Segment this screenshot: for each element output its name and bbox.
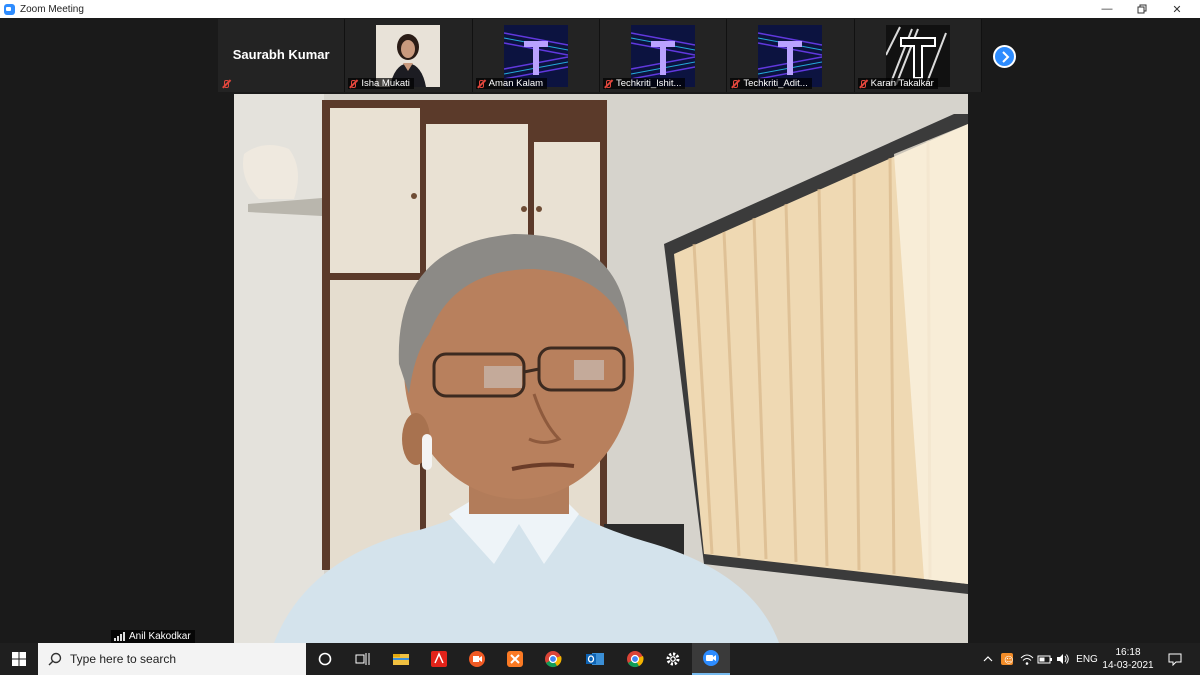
zoom-icon[interactable] xyxy=(692,643,730,675)
acrobat-icon[interactable] xyxy=(420,643,458,675)
meeting-area: Saurabh Kumar Isha Mukati Aman Kalam Tec… xyxy=(0,18,1200,643)
participant-name: Techkriti_Adit... xyxy=(743,78,808,89)
participant-label xyxy=(221,78,235,89)
participant-label: Techkriti_Adit... xyxy=(730,78,812,89)
mic-muted-icon xyxy=(858,79,868,89)
settings-icon[interactable] xyxy=(654,643,692,675)
windows-icon xyxy=(12,652,26,666)
title-bar: Zoom Meeting — ✕ xyxy=(0,0,1200,18)
mic-muted-icon xyxy=(603,79,613,89)
participant-name: Techkriti_Ishit... xyxy=(615,78,682,89)
minimize-button[interactable]: — xyxy=(1090,0,1124,18)
file-explorer-icon[interactable] xyxy=(382,643,420,675)
chrome-icon[interactable] xyxy=(616,643,654,675)
chevron-right-icon xyxy=(1001,50,1009,63)
outlook-icon[interactable] xyxy=(576,643,614,675)
wifi-icon[interactable] xyxy=(1018,643,1036,675)
tray-app-icon[interactable]: ☺ xyxy=(998,643,1016,675)
taskbar-search-box[interactable]: Type here to search xyxy=(38,643,306,675)
mic-muted-icon xyxy=(476,79,486,89)
participant-label: Techkriti_Ishit... xyxy=(602,78,686,89)
xampp-icon[interactable] xyxy=(496,643,534,675)
restore-button[interactable] xyxy=(1125,0,1159,18)
signal-strength-icon xyxy=(114,632,126,641)
window-title: Zoom Meeting xyxy=(20,3,84,15)
clock[interactable]: 16:18 14-03-2021 xyxy=(1096,646,1160,672)
participant-name: Karan Takalkar xyxy=(870,78,934,89)
participant-tile[interactable]: Saurabh Kumar xyxy=(218,19,346,92)
search-placeholder: Type here to search xyxy=(70,652,177,666)
participant-name: Aman Kalam xyxy=(488,78,544,89)
task-view-icon[interactable] xyxy=(344,643,382,675)
clock-time: 16:18 xyxy=(1115,647,1141,658)
taskbar: Type here to search ☺ ENG 16:18 14-03-20… xyxy=(0,643,1200,675)
participant-label: Isha Mukati xyxy=(348,78,414,89)
participant-label: Aman Kalam xyxy=(475,78,548,89)
zoom-app-icon xyxy=(4,3,15,15)
clock-date: 14-03-2021 xyxy=(1102,660,1154,671)
notification-center-icon[interactable] xyxy=(1160,643,1190,675)
participant-tile[interactable]: Techkriti_Ishit... xyxy=(599,19,728,92)
participant-tile[interactable]: Aman Kalam xyxy=(472,19,600,92)
svg-text:☺: ☺ xyxy=(1004,655,1013,665)
chrome-icon[interactable] xyxy=(534,643,572,675)
show-hidden-icons-chevron-up-icon[interactable] xyxy=(980,643,996,675)
active-speaker-video xyxy=(234,94,968,643)
volume-icon[interactable] xyxy=(1054,643,1072,675)
participant-strip: Saurabh Kumar Isha Mukati Aman Kalam Tec… xyxy=(218,19,982,92)
screen-recorder-icon[interactable] xyxy=(458,643,496,675)
next-page-button[interactable] xyxy=(993,45,1016,68)
participant-name: Isha Mukati xyxy=(361,78,410,89)
start-button[interactable] xyxy=(0,643,38,675)
participant-label: Karan Takalkar xyxy=(857,78,938,89)
speaker-name: Anil Kakodkar xyxy=(129,631,191,642)
battery-icon[interactable] xyxy=(1036,643,1054,675)
close-button[interactable]: ✕ xyxy=(1160,0,1194,18)
mic-muted-icon xyxy=(730,79,740,89)
cortana-icon[interactable] xyxy=(306,643,344,675)
participant-tile[interactable]: Isha Mukati xyxy=(345,19,473,92)
participant-name-large: Saurabh Kumar xyxy=(232,47,330,62)
mic-muted-icon xyxy=(348,79,358,89)
search-icon xyxy=(48,652,62,666)
participant-tile[interactable]: Techkriti_Adit... xyxy=(727,19,855,92)
speaker-name-label: Anil Kakodkar xyxy=(111,630,195,643)
mic-muted-icon xyxy=(221,79,231,89)
participant-tile[interactable]: Karan Takalkar xyxy=(854,19,982,92)
